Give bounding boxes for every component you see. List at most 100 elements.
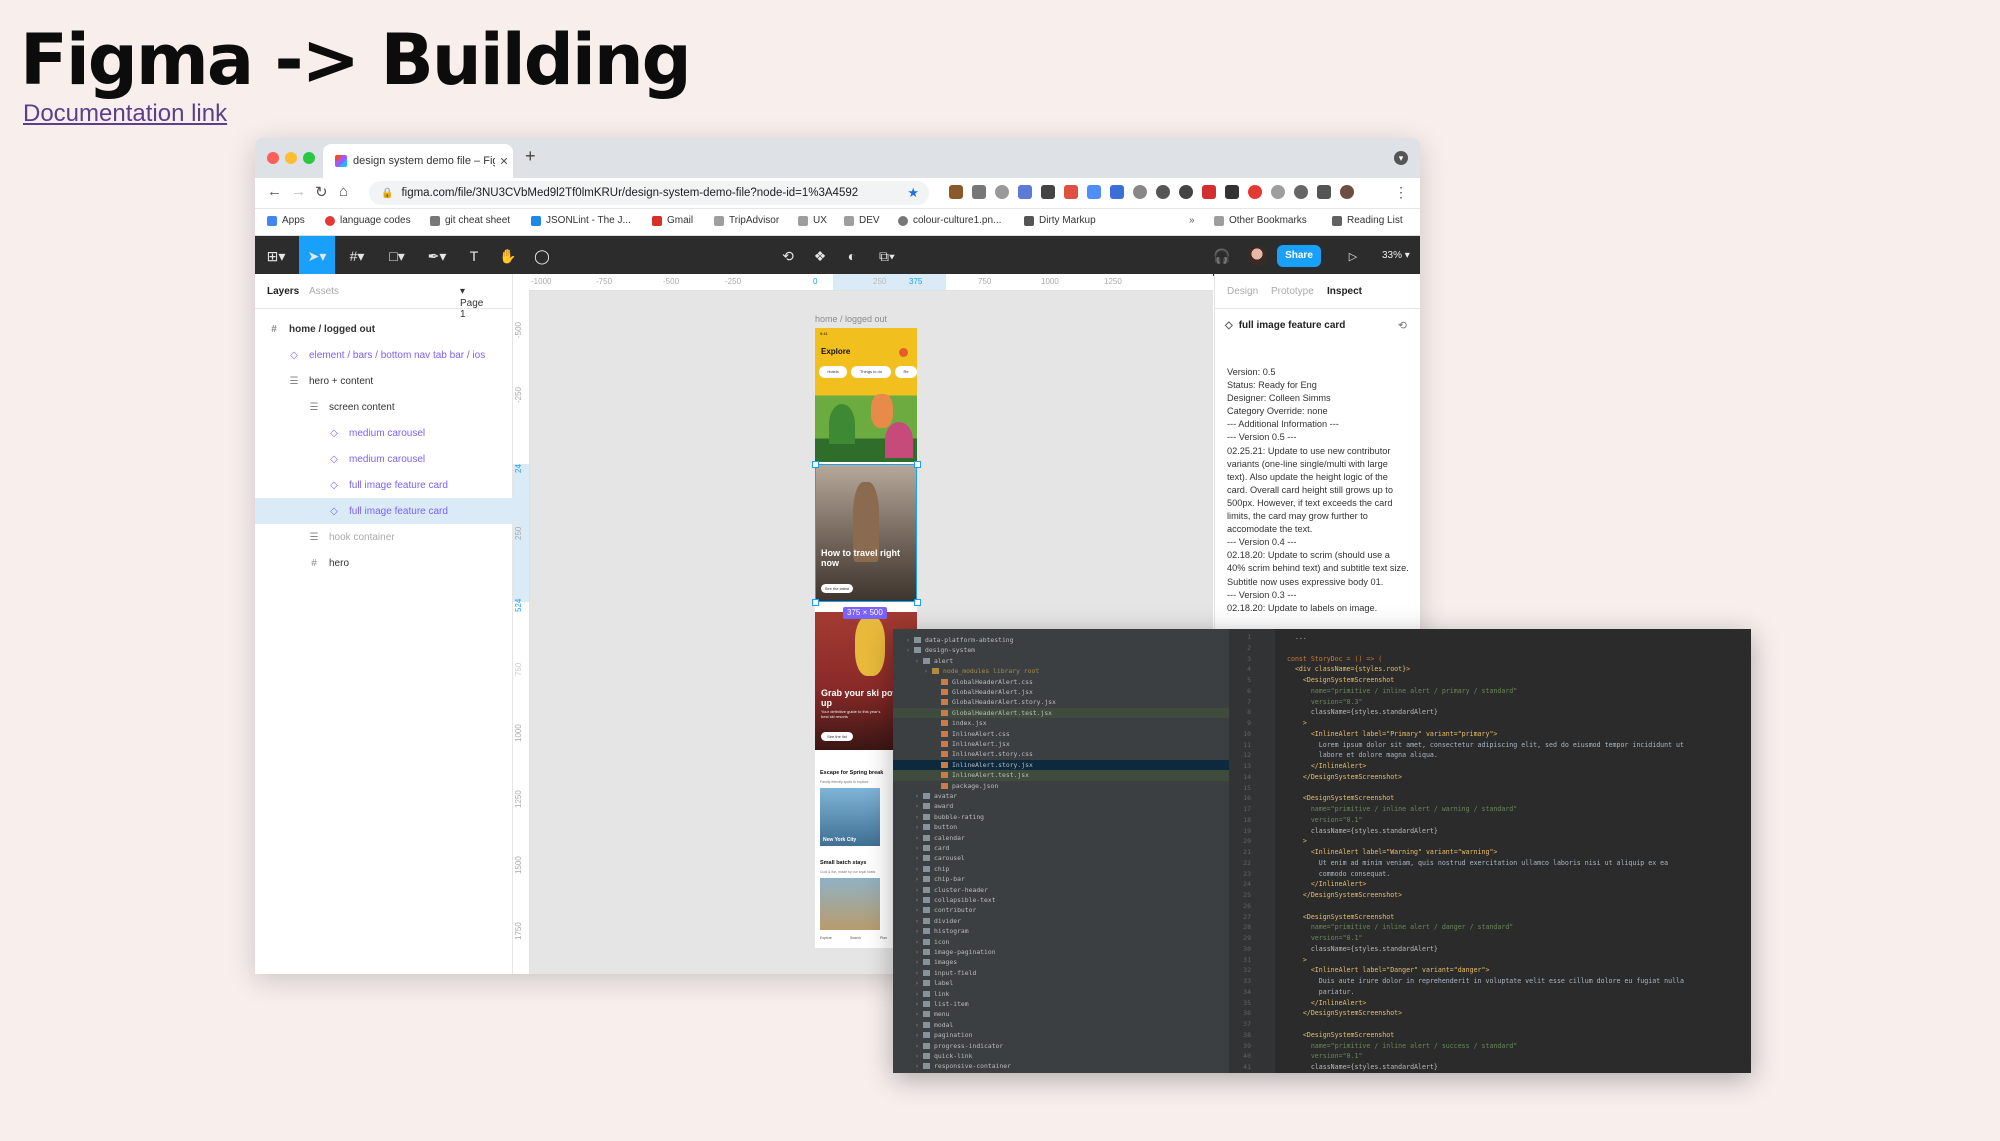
tree-item[interactable]: › award [893, 801, 1251, 811]
expand-arrow-icon[interactable]: › [915, 978, 923, 988]
bookmark-dev[interactable]: DEV [844, 215, 880, 226]
tree-item[interactable]: › pagination [893, 1030, 1251, 1040]
extension-icon[interactable] [1064, 185, 1078, 199]
tree-item[interactable]: › chip [893, 864, 1251, 874]
bookmark-star-icon[interactable]: ★ [907, 185, 919, 201]
tab-prototype[interactable]: Prototype [1271, 286, 1314, 297]
expand-arrow-icon[interactable]: › [915, 1020, 923, 1030]
hand-tool-icon[interactable]: ✋ [493, 236, 523, 276]
extension-icon[interactable] [1087, 185, 1101, 199]
tree-item[interactable]: InlineAlert.story.css [893, 749, 1269, 759]
tab-search-icon[interactable]: ▾ [1394, 151, 1408, 165]
home-icon[interactable]: ⌂ [339, 183, 348, 200]
browser-menu-icon[interactable]: ⋮ [1394, 184, 1408, 201]
frame-label[interactable]: home / logged out [815, 314, 887, 324]
tree-item[interactable]: › button [893, 822, 1251, 832]
tree-item[interactable]: GlobalHeaderAlert.jsx [893, 687, 1269, 697]
bookmark-jsonlint[interactable]: JSONLint - The J... [531, 215, 631, 226]
expand-arrow-icon[interactable]: › [915, 833, 923, 843]
expand-arrow-icon[interactable]: › [915, 905, 923, 915]
expand-arrow-icon[interactable]: › [915, 957, 923, 967]
expand-arrow-icon[interactable]: › [915, 947, 923, 957]
mask-icon[interactable]: ◐ [837, 236, 867, 276]
tree-item[interactable]: › avatar [893, 791, 1251, 801]
extension-icon[interactable] [1294, 185, 1308, 199]
tree-item[interactable]: › modal [893, 1020, 1251, 1030]
tree-item[interactable]: › node_modules library root [893, 666, 1260, 676]
url-field[interactable]: 🔒 figma.com/file/3NU3CVbMed9l2Tf0lmKRUr/… [369, 181, 929, 205]
expand-arrow-icon[interactable]: › [915, 853, 923, 863]
bookmark-dirty-markup[interactable]: Dirty Markup [1024, 215, 1096, 226]
tree-item[interactable]: › progress-indicator [893, 1041, 1251, 1051]
tree-item[interactable]: GlobalHeaderAlert.story.jsx [893, 697, 1269, 707]
extension-icon[interactable] [1133, 185, 1147, 199]
expand-arrow-icon[interactable]: › [915, 874, 923, 884]
expand-arrow-icon[interactable]: › [915, 801, 923, 811]
close-tab-icon[interactable]: ✕ [495, 155, 513, 168]
resize-handle[interactable] [914, 599, 921, 606]
extension-icon[interactable] [1018, 185, 1032, 199]
move-tool-icon[interactable]: ➤▾ [299, 236, 335, 276]
tree-item[interactable]: package.json [893, 781, 1269, 791]
layer-hero-content[interactable]: ☰ hero + content [255, 368, 544, 394]
bookmark-tripadvisor[interactable]: TripAdvisor [714, 215, 779, 226]
extension-icon[interactable] [972, 185, 986, 199]
expand-arrow-icon[interactable]: › [915, 885, 923, 895]
tree-item[interactable]: › card [893, 843, 1251, 853]
tree-item[interactable]: › carousel [893, 853, 1251, 863]
expand-arrow-icon[interactable]: › [915, 843, 923, 853]
bookmark-reading-list[interactable]: Reading List [1332, 215, 1403, 226]
tree-item[interactable]: › label [893, 978, 1251, 988]
forward-icon[interactable]: → [291, 183, 306, 200]
audio-icon[interactable]: 🎧 [1207, 236, 1237, 276]
tree-item[interactable]: › cluster-header [893, 885, 1251, 895]
tree-item[interactable]: › quick-link [893, 1051, 1251, 1061]
tree-item[interactable]: index.jsx [893, 718, 1269, 728]
expand-arrow-icon[interactable]: › [924, 666, 932, 676]
bookmarks-more-icon[interactable]: » [1189, 215, 1195, 226]
comment-tool-icon[interactable]: ◯ [527, 236, 557, 276]
tree-item[interactable]: GlobalHeaderAlert.test.jsx [893, 707, 1269, 719]
expand-arrow-icon[interactable]: › [915, 968, 923, 978]
expand-arrow-icon[interactable]: › [915, 937, 923, 947]
browser-tab[interactable]: design system demo file – Figma ✕ [323, 144, 513, 178]
documentation-link[interactable]: Documentation link [23, 100, 227, 128]
extension-icon[interactable] [1041, 185, 1055, 199]
expand-arrow-icon[interactable]: › [915, 1041, 923, 1051]
tree-item[interactable]: GlobalHeaderAlert.css [893, 677, 1269, 687]
resize-handle[interactable] [812, 461, 819, 468]
expand-arrow-icon[interactable]: › [906, 645, 914, 655]
bookmark-language-codes[interactable]: language codes [325, 215, 411, 226]
tree-item[interactable]: › images [893, 957, 1251, 967]
tree-item[interactable]: › chip-bar [893, 874, 1251, 884]
extension-icon[interactable] [1248, 185, 1262, 199]
expand-arrow-icon[interactable]: › [915, 812, 923, 822]
tree-item[interactable]: › collapsible-text [893, 895, 1251, 905]
new-tab-icon[interactable]: + [525, 146, 536, 167]
create-component-icon[interactable]: ❖ [805, 236, 835, 276]
tab-design[interactable]: Design [1227, 286, 1258, 297]
tree-item[interactable]: › menu [893, 1009, 1251, 1019]
tree-item[interactable]: › icon [893, 937, 1251, 947]
expand-arrow-icon[interactable]: › [915, 989, 923, 999]
expand-arrow-icon[interactable]: › [915, 926, 923, 936]
tree-item[interactable]: InlineAlert.test.jsx [893, 770, 1269, 781]
bookmark-apps[interactable]: Apps [267, 215, 305, 226]
expand-arrow-icon[interactable]: › [906, 635, 914, 645]
resize-handle[interactable] [914, 461, 921, 468]
edit-component-icon[interactable]: ⟲ [773, 236, 803, 276]
page-selector[interactable]: Page 1 ▾ [460, 286, 483, 320]
extension-icon[interactable] [1179, 185, 1193, 199]
resize-handle[interactable] [812, 599, 819, 606]
bookmark-colour-culture[interactable]: colour-culture1.pn... [898, 215, 1001, 226]
expand-arrow-icon[interactable]: › [915, 999, 923, 1009]
expand-arrow-icon[interactable]: › [915, 895, 923, 905]
tree-item[interactable]: › link [893, 989, 1251, 999]
back-icon[interactable]: ← [267, 183, 282, 200]
tab-inspect[interactable]: Inspect [1327, 286, 1362, 297]
bookmark-gmail[interactable]: Gmail [652, 215, 693, 226]
bookmark-other-bookmarks[interactable]: Other Bookmarks [1214, 215, 1307, 226]
tree-item[interactable]: › calendar [893, 833, 1251, 843]
expand-arrow-icon[interactable]: › [915, 916, 923, 926]
tree-item[interactable]: › alert [893, 656, 1251, 666]
